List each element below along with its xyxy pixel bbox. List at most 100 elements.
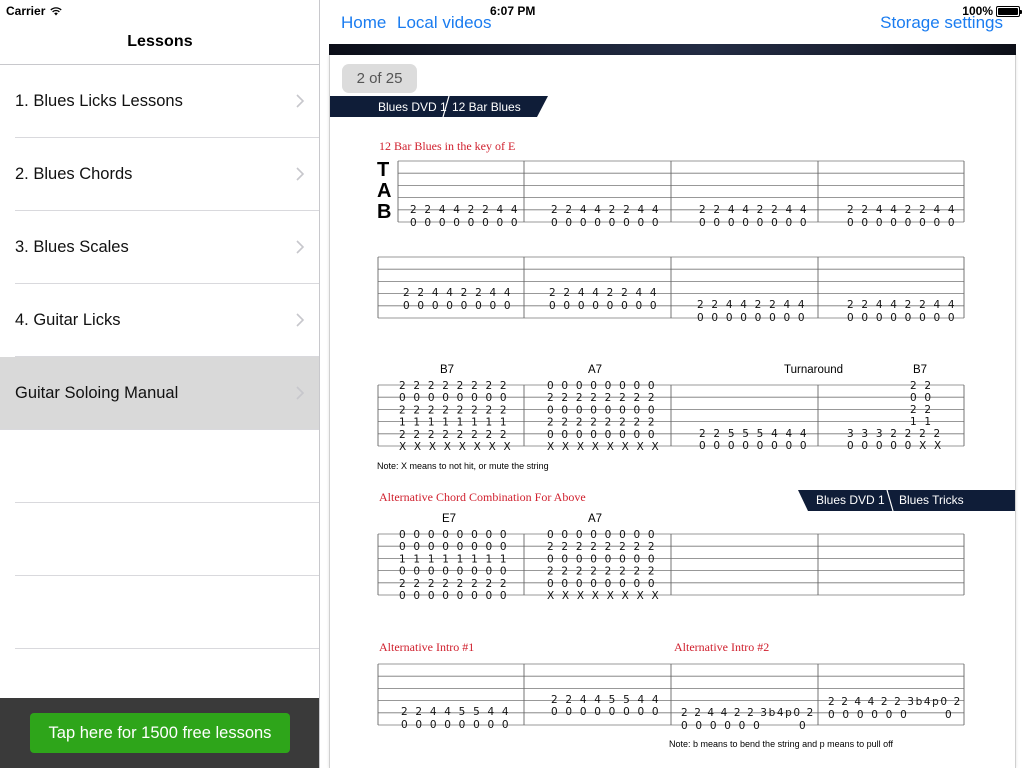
tab-note: 0 0 0 0 0 0 0 0 [547,429,657,441]
home-link[interactable]: Home [341,13,386,33]
pdf-document-view[interactable]: Blues DVD 1 12 Bar Blues 12 Bar Blues in… [329,55,1016,768]
tab-note: 2 2 4 4 2 2 4 4 [699,204,809,216]
tab-note: 0 0 0 0 0 0 0 0 [699,440,809,452]
tab-note: 2 2 4 4 2 2 4 4 [403,287,513,299]
tab-note: 2 2 2 2 2 2 2 2 [399,578,509,590]
lesson-label: 3. Blues Scales [15,238,129,256]
tab-note: 0 0 [910,392,933,404]
tab-column: 0 0 0 0 0 0 0 02 2 2 2 2 2 2 20 0 0 0 0 … [547,529,661,602]
storage-settings-link[interactable]: Storage settings [880,13,1003,33]
empty-row [0,430,319,503]
status-time: 6:07 PM [490,4,536,18]
tab-note: 0 0 0 0 0 0 0 0 [399,566,509,578]
tab-note: 0 0 0 0 0 0 0 0 [547,553,657,565]
tab-column: 0 0 0 0 0 0 0 02 2 2 2 2 2 2 20 0 0 0 0 … [547,380,661,453]
tab-note: 0 0 0 0 0 0 0 0 [403,300,513,312]
lessons-title: Lessons [127,33,193,50]
tab-note: 2 2 4 4 2 2 4 4 [551,204,661,216]
tab-note: 3 3 3 2 2 2 2 [847,428,942,440]
tab-note: 0 0 0 0 0 0 0 0 [847,217,957,229]
banner2-left: Blues DVD 1 [816,493,885,507]
section-title-alt-chords: Alternative Chord Combination For Above [379,490,586,504]
lesson-label: 2. Blues Chords [15,165,133,183]
tab-note: 2 2 4 4 2 2 4 4 [847,299,957,311]
tab-note: 0 0 0 0 0 X X [847,440,943,452]
chevron-right-icon [296,94,305,108]
banner2-right: Blues Tricks [899,493,964,507]
lesson-item-blues-scales[interactable]: 3. Blues Scales [0,211,319,284]
tab-note: 2 2 [910,380,933,392]
lesson-item-guitar-soloing-manual[interactable]: Guitar Soloing Manual [0,357,319,430]
lesson-list: 1. Blues Licks Lessons 2. Blues Chords 3… [0,65,319,649]
page-counter: 2 of 25 [342,64,417,93]
lesson-item-blues-licks[interactable]: 1. Blues Licks Lessons [0,65,319,138]
free-lessons-button[interactable]: Tap here for 1500 free lessons [30,713,290,753]
tab-note: 0 [945,709,954,721]
tab-note: 1 1 1 1 1 1 1 1 [399,553,509,565]
tab-letter-b: B [377,201,391,223]
tab-note: 0 0 0 0 0 0 0 0 [697,312,807,324]
tab-note: X X X X X X X X [547,590,661,602]
tab-note: 0 0 0 0 0 0 0 0 [547,404,657,416]
tab-note: 2 2 4 4 2 2 4 4 [697,299,807,311]
tab-note: 1 1 1 1 1 1 1 1 [399,417,509,429]
tab-note: 0 0 0 0 0 0 0 0 [399,590,509,602]
tab-note: 0 0 0 0 0 0 0 0 [410,217,520,229]
lesson-item-blues-chords[interactable]: 2. Blues Chords [0,138,319,211]
tab-note: 0 0 0 0 0 0 0 0 [401,719,511,731]
tab-note: 2 2 [910,404,933,416]
tab-note: 2 2 4 4 2 2 4 4 [410,204,520,216]
video-thumbnail-strip[interactable] [329,44,1016,55]
tab-note: 2 2 2 2 2 2 2 2 [547,541,657,553]
lesson-item-guitar-licks[interactable]: 4. Guitar Licks [0,284,319,357]
note-bend-pull: Note: b means to bend the string and p m… [669,739,893,749]
tab-note: 0 0 0 0 0 0 0 0 [551,706,661,718]
tab-sheet: Blues DVD 1 12 Bar Blues 12 Bar Blues in… [330,95,1015,749]
note-mute: Note: X means to not hit, or mute the st… [377,461,549,471]
master-pane: Carrier Lessons 1. Blues Licks Lessons 2… [0,0,320,768]
tab-note: 2 2 2 2 2 2 2 2 [399,404,509,416]
detail-pane: 6:07 PM 100% Home Local videos Storage s… [321,0,1024,768]
tab-column: 2 2 2 2 2 2 2 20 0 0 0 0 0 0 02 2 2 2 2 … [399,380,513,453]
chevron-right-icon [296,167,305,181]
section-title-intro-2: Alternative Intro #2 [674,640,769,654]
tab-note: 2 2 2 2 2 2 2 2 [547,566,657,578]
tab-note: X X X X X X X X [547,441,661,453]
chord-label-b7: B7 [440,364,454,376]
local-videos-link[interactable]: Local videos [397,13,492,33]
chevron-right-icon [296,240,305,254]
lesson-label: 1. Blues Licks Lessons [15,92,183,110]
tab-note: 0 0 0 0 0 0 0 0 [399,392,509,404]
lesson-label: 4. Guitar Licks [15,311,121,329]
tab-note: 2 2 4 4 5 5 4 4 [551,694,661,706]
empty-row [0,576,319,649]
tab-note: 0 0 0 0 0 0 0 0 [399,529,509,541]
promo-bar: Tap here for 1500 free lessons [0,698,319,768]
chord-label-e7: E7 [442,513,456,525]
chevron-right-icon [296,386,305,400]
tab-note: 2 2 4 4 2 2 4 4 [549,287,659,299]
tab-note: 0 0 0 0 0 0 0 0 [547,380,657,392]
tab-note: 2 2 4 4 5 5 4 4 [401,706,511,718]
tab-note: X X X X X X X X [399,441,513,453]
chord-label-b7: B7 [913,364,927,376]
tab-letter-t: T [377,159,389,181]
section-title-12bar: 12 Bar Blues in the key of E [379,139,515,153]
tab-note: 2 2 4 4 2 2 3b4p0 2 [828,696,962,708]
tab-note: 0 0 0 0 0 0 0 0 [551,217,661,229]
empty-row [0,503,319,576]
tab-note: 0 0 0 0 0 0 [828,709,909,721]
wifi-icon [50,6,63,16]
tab-note: 2 2 5 5 5 4 4 4 [699,428,809,440]
section-title-intro-1: Alternative Intro #1 [379,640,474,654]
tab-note: 0 0 0 0 0 0 0 0 [699,217,809,229]
tab-note: 2 2 4 4 2 2 4 4 [847,204,957,216]
tab-note: 0 0 0 0 0 0 0 0 [847,312,957,324]
tab-note: 2 2 2 2 2 2 2 2 [547,392,657,404]
tab-note: 0 0 0 0 0 0 0 0 [399,541,509,553]
carrier-label: Carrier [6,4,46,18]
banner1-left: Blues DVD 1 [378,100,447,114]
tab-note: 0 0 0 0 0 0 [681,720,762,732]
tab-note: 0 0 0 0 0 0 0 0 [547,529,657,541]
tab-note: 0 0 0 0 0 0 0 0 [547,578,657,590]
